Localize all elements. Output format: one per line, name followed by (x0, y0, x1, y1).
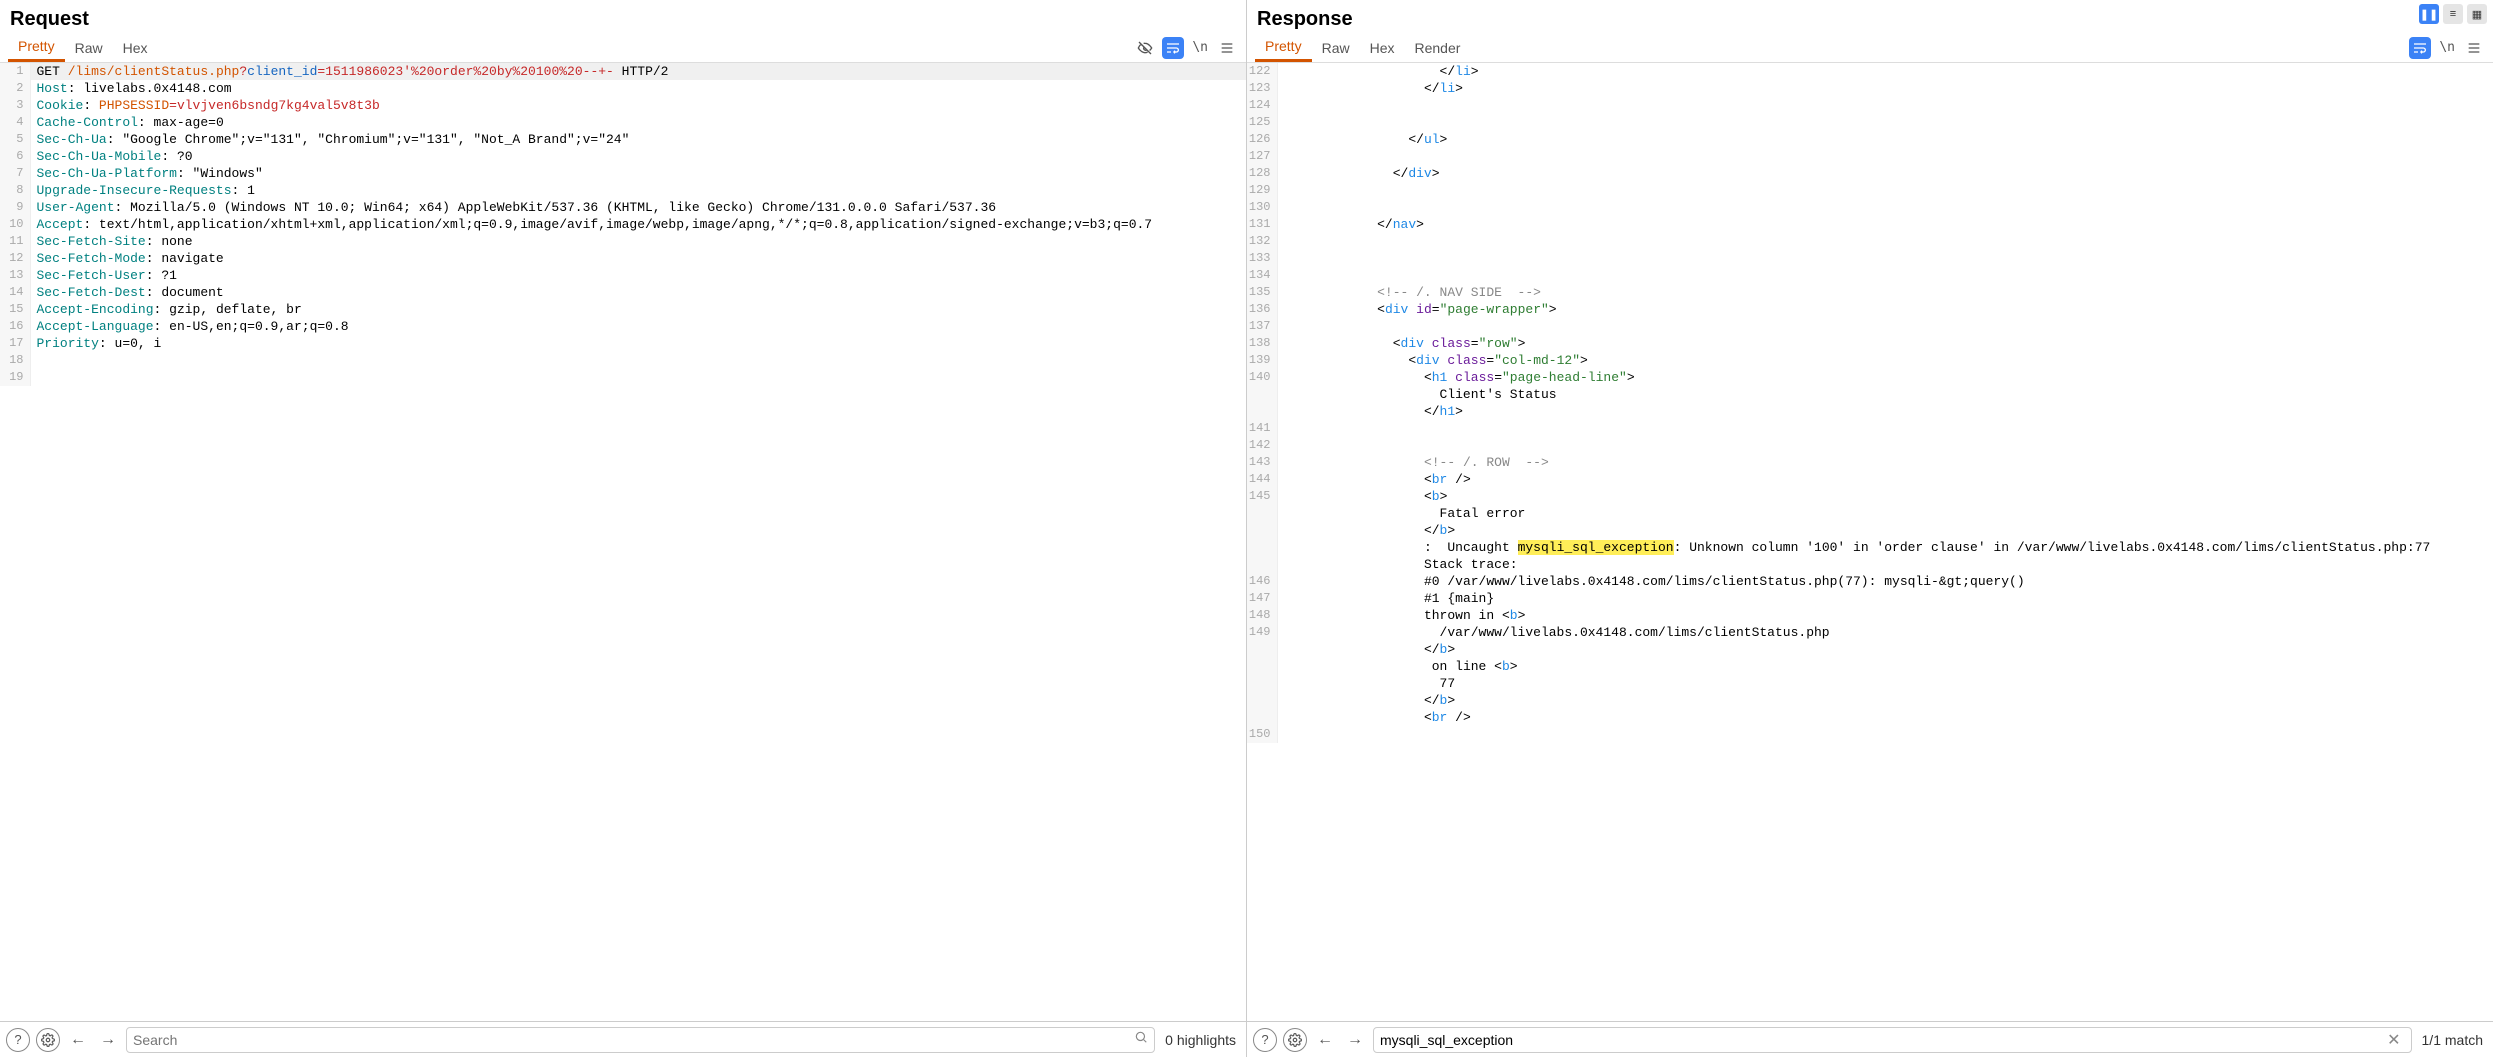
response-code[interactable]: 122 </li>123 </li>124125126 </ul>127128 … (1247, 63, 2493, 1021)
menu-icon[interactable] (1216, 37, 1238, 59)
app-root: ❚❚ ≡ ▦ Request Pretty Raw Hex \n (0, 0, 2493, 1057)
top-controls: ❚❚ ≡ ▦ (2419, 4, 2487, 24)
tab-raw[interactable]: Raw (1312, 35, 1360, 61)
prev-button[interactable]: ← (66, 1028, 90, 1052)
response-tabs: Pretty Raw Hex Render \n (1247, 33, 2493, 63)
close-icon[interactable]: ✕ (2383, 1030, 2404, 1050)
request-search-input[interactable] (133, 1032, 1134, 1048)
tab-render[interactable]: Render (1405, 35, 1471, 61)
response-title: Response (1247, 0, 2493, 33)
request-search[interactable] (126, 1027, 1155, 1053)
response-footer: ? ← → ✕ 1/1 match (1247, 1021, 2493, 1057)
response-pane: Response Pretty Raw Hex Render \n 122 </… (1247, 0, 2493, 1057)
newline-indicator[interactable]: \n (1190, 40, 1210, 55)
prev-button[interactable]: ← (1313, 1028, 1337, 1052)
tab-raw[interactable]: Raw (65, 35, 113, 61)
help-icon[interactable]: ? (6, 1028, 30, 1052)
help-icon[interactable]: ? (1253, 1028, 1277, 1052)
response-search[interactable]: ✕ (1373, 1027, 2412, 1053)
request-code[interactable]: 1GET /lims/clientStatus.php?client_id=15… (0, 63, 1246, 1021)
tab-pretty[interactable]: Pretty (1255, 33, 1312, 62)
response-highlight-count: 1/1 match (2418, 1032, 2487, 1048)
request-footer: ? ← → 0 highlights (0, 1021, 1246, 1057)
wrap-lines-icon[interactable] (2409, 37, 2431, 59)
request-title: Request (0, 0, 1246, 33)
response-search-input[interactable] (1380, 1032, 2383, 1048)
request-tabs: Pretty Raw Hex \n (0, 33, 1246, 63)
search-icon (1134, 1030, 1148, 1049)
tab-hex[interactable]: Hex (1360, 35, 1405, 61)
wrap-lines-icon[interactable] (1162, 37, 1184, 59)
pause-button[interactable]: ❚❚ (2419, 4, 2439, 24)
visibility-off-icon[interactable] (1134, 37, 1156, 59)
next-button[interactable]: → (96, 1028, 120, 1052)
newline-indicator[interactable]: \n (2437, 40, 2457, 55)
menu-icon[interactable] (2463, 37, 2485, 59)
settings-icon[interactable] (1283, 1028, 1307, 1052)
tab-pretty[interactable]: Pretty (8, 33, 65, 62)
next-button[interactable]: → (1343, 1028, 1367, 1052)
settings-icon[interactable] (36, 1028, 60, 1052)
layout-grid-button[interactable]: ▦ (2467, 4, 2487, 24)
request-highlight-count: 0 highlights (1161, 1032, 1240, 1048)
layout-equal-button[interactable]: ≡ (2443, 4, 2463, 24)
tab-hex[interactable]: Hex (113, 35, 158, 61)
request-pane: Request Pretty Raw Hex \n 1GET /lims/cli… (0, 0, 1247, 1057)
